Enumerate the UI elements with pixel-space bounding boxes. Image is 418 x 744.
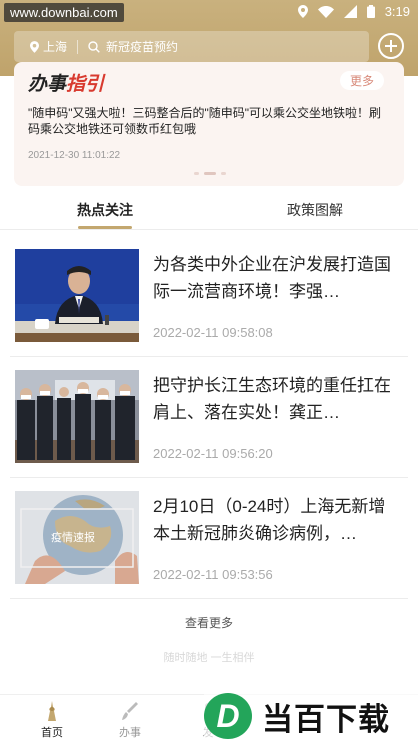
- search-bar[interactable]: 上海 新冠疫苗预约: [14, 31, 369, 62]
- divider: [10, 598, 408, 599]
- news-title[interactable]: 把守护长江生态环境的重任扛在肩上、落在实处！龚正…: [153, 372, 399, 426]
- nav-services-label: 办事: [119, 727, 141, 739]
- search-icon: [88, 40, 100, 53]
- divider: [10, 477, 408, 478]
- news-date: 2022-02-11 09:53:56: [153, 567, 273, 582]
- site-logo-watermark: D 当百下载: [204, 688, 418, 744]
- news-item[interactable]: 为各类中外企业在沪发展打造国际一流营商环境！李强… 2022-02-11 09:…: [15, 249, 407, 355]
- app-slogan: 随时随地 一生相伴: [163, 652, 255, 664]
- service-guide-card[interactable]: 办事指引 更多 "随申码"又强大啦！三码整合后的"随申码"可以乘公交坐地铁啦！刷…: [14, 62, 404, 186]
- tab-policy-graphics[interactable]: 政策图解: [287, 200, 343, 220]
- search-input[interactable]: 新冠疫苗预约: [78, 38, 178, 55]
- wifi-icon: [317, 5, 334, 18]
- clock-time: 3:19: [384, 4, 410, 19]
- news-title[interactable]: 2月10日（0-24时）上海无新增本土新冠肺炎确诊病例，…: [153, 493, 399, 547]
- search-placeholder: 新冠疫苗预约: [106, 40, 179, 54]
- active-tab-indicator: [78, 226, 132, 229]
- service-guide-logo: 办事指引: [28, 69, 104, 96]
- tab-hot-topics[interactable]: 热点关注: [77, 200, 133, 220]
- location-label: 上海: [43, 40, 68, 54]
- nav-services[interactable]: 办事: [100, 701, 160, 740]
- battery-icon: [366, 5, 375, 18]
- guide-headline[interactable]: "随申码"又强大啦！三码整合后的"随申码"可以乘公交坐地铁啦！刷码乘公交地铁还可…: [28, 105, 390, 137]
- guide-logo-red: 指引: [66, 74, 105, 95]
- carousel-dot: [221, 172, 226, 175]
- signal-icon: [343, 5, 357, 18]
- add-button[interactable]: [378, 33, 404, 59]
- location-pin-icon: [30, 40, 39, 53]
- guide-date: 2021-12-30 11:01:22: [28, 150, 121, 161]
- status-bar-icons: 3:19: [297, 4, 410, 19]
- carousel-dot-active: [204, 172, 216, 175]
- location-selector[interactable]: 上海: [14, 39, 79, 54]
- plus-icon: [385, 40, 397, 52]
- news-thumbnail: 疫情速报: [15, 491, 139, 584]
- watermark-text: 当百下载: [262, 701, 390, 737]
- news-thumbnail: [15, 370, 139, 463]
- news-item[interactable]: 疫情速报 2月10日（0-24时）上海无新增本土新冠肺炎确诊病例，… 2022-…: [15, 491, 407, 597]
- carousel-dot: [194, 172, 199, 175]
- nav-home[interactable]: 首页: [22, 701, 82, 740]
- news-thumbnail: [15, 249, 139, 342]
- location-status-icon: [297, 5, 308, 18]
- watermark-logo-icon: D: [204, 693, 252, 739]
- thumbnail-caption: 疫情速报: [51, 532, 95, 544]
- content-tabs: 热点关注 政策图解: [0, 190, 418, 230]
- site-url-watermark: www.downbai.com: [4, 3, 124, 22]
- news-date: 2022-02-11 09:56:20: [153, 446, 273, 461]
- guide-more-button[interactable]: 更多: [339, 71, 384, 90]
- carousel-indicator: [194, 172, 226, 175]
- nav-home-label: 首页: [41, 727, 63, 739]
- guide-logo-black: 办事: [28, 74, 67, 95]
- brush-icon: [122, 702, 138, 720]
- news-date: 2022-02-11 09:58:08: [153, 325, 273, 340]
- divider: [10, 356, 408, 357]
- news-item[interactable]: 把守护长江生态环境的重任扛在肩上、落在实处！龚正… 2022-02-11 09:…: [15, 370, 407, 476]
- watermark-logo-letter: D: [216, 697, 240, 734]
- tower-icon: [48, 701, 56, 721]
- news-title[interactable]: 为各类中外企业在沪发展打造国际一流营商环境！李强…: [153, 251, 399, 305]
- see-more-link[interactable]: 查看更多: [0, 614, 418, 631]
